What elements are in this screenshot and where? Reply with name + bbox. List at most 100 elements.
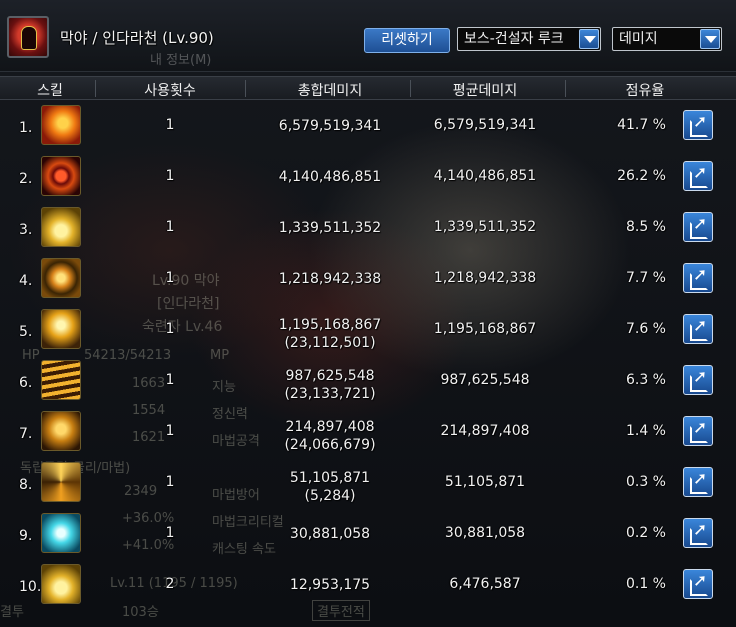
row-average-damage: 51,105,871 [444,474,526,490]
detail-export-button[interactable] [683,467,713,497]
detail-export-button[interactable] [683,518,713,548]
row-use-count: 1 [165,321,175,337]
row-total-damage: 214,897,408 [285,419,375,435]
row-rank: 8. [19,477,33,493]
row-total-damage: 1,218,942,338 [278,271,382,287]
row-use-count: 1 [165,525,175,541]
detail-export-button[interactable] [683,263,713,293]
row-rank: 7. [19,426,33,442]
table-row: 2. 1 4,140,486,851 4,140,486,851 26.2 % [0,151,736,202]
table-header: 스킬 사용횟수 총합데미지 평균데미지 점유율 [0,76,736,100]
detail-export-button[interactable] [683,212,713,242]
table-row: 6. 1 987,625,548 (23,133,721) 987,625,548 6.3… [0,355,736,406]
detail-export-button[interactable] [683,161,713,191]
table-row: 3. 1 1,339,511,352 1,339,511,352 8.5 % [0,202,736,253]
row-rank: 5. [19,324,33,340]
row-share-percent: 0.3 % [625,474,666,490]
row-total-damage-sub: (23,112,501) [284,335,376,351]
golden-crown-skill-icon [41,564,81,604]
detail-export-button[interactable] [683,110,713,140]
row-total-damage-sub: (5,284) [304,488,356,504]
row-share-percent: 0.2 % [625,525,666,541]
col-skill-header: 스킬 [37,83,63,99]
metric-select[interactable]: 데미지 [612,27,722,51]
header-bar: 막야 / 인다라천 (Lv.90) 내 정보(M) 리셋하기 보스-건설자 루크… [0,0,736,72]
row-share-percent: 8.5 % [625,219,666,235]
row-share-percent: 7.7 % [625,270,666,286]
row-total-damage: 987,625,548 [285,368,375,384]
row-total-damage: 4,140,486,851 [278,169,382,185]
row-rank: 3. [19,222,33,238]
vortex-skill-icon [41,462,81,502]
cyan-gear-skill-icon [41,513,81,553]
row-average-damage: 6,579,519,341 [433,117,537,133]
caster-figure-skill-icon [41,411,81,451]
col-share-header: 점유율 [625,83,665,99]
row-average-damage: 1,195,168,867 [433,321,537,337]
column-divider [95,80,96,97]
row-rank: 1. [19,120,33,136]
row-total-damage: 51,105,871 [289,470,371,486]
flame-wave-skill-icon [41,360,81,400]
row-use-count: 1 [165,168,175,184]
table-row: 7. 1 214,897,408 (24,066,679) 214,897,408 1.4… [0,406,736,457]
character-name: 막야 / 인다라천 (Lv.90) [60,29,214,47]
table-row: 5. 1 1,195,168,867 (23,112,501) 1,195,168,86… [0,304,736,355]
column-divider [565,80,566,97]
my-info-ghost-label: 내 정보(M) [150,53,212,68]
row-use-count: 1 [165,372,175,388]
row-total-damage: 6,579,519,341 [278,118,382,134]
golden-crown-skill-icon [41,207,81,247]
table-row: 9. 1 30,881,058 30,881,058 0.2 % [0,508,736,559]
row-use-count: 1 [165,219,175,235]
row-rank: 4. [19,273,33,289]
col-uses-header: 사용횟수 [144,83,196,99]
row-rank: 2. [19,171,33,187]
chevron-down-icon[interactable] [700,29,720,49]
reset-button[interactable]: 리셋하기 [364,28,450,53]
boss-select[interactable]: 보스-건설자 루크 [457,27,601,51]
row-rank: 9. [19,528,33,544]
row-average-damage: 30,881,058 [444,525,526,541]
detail-export-button[interactable] [683,365,713,395]
table-row: 10. 2 12,953,175 6,476,587 0.1 % [0,559,736,610]
row-share-percent: 26.2 % [617,168,666,184]
storm-sphere-skill-icon [41,258,81,298]
row-average-damage: 4,140,486,851 [433,168,537,184]
row-total-damage-sub: (23,133,721) [284,386,376,402]
row-average-damage: 987,625,548 [440,372,530,388]
row-use-count: 1 [165,423,175,439]
row-rank: 6. [19,375,33,391]
character-portrait-avatar [7,16,49,58]
row-average-damage: 6,476,587 [449,576,521,592]
row-average-damage: 1,339,511,352 [433,219,537,235]
lightning-bolt-skill-icon [41,309,81,349]
row-use-count: 2 [165,576,175,592]
chevron-down-icon[interactable] [579,29,599,49]
col-total-header: 총합데미지 [297,83,363,99]
row-total-damage: 12,953,175 [289,577,371,593]
metric-select-value: 데미지 [619,31,658,47]
detail-export-button[interactable] [683,569,713,599]
column-divider [245,80,246,97]
row-use-count: 1 [165,117,175,133]
row-rank: 10. [19,579,42,595]
row-total-damage: 1,339,511,352 [278,220,382,236]
row-share-percent: 6.3 % [625,372,666,388]
row-use-count: 1 [165,474,175,490]
detail-export-button[interactable] [683,314,713,344]
table-row: 8. 1 51,105,871 (5,284) 51,105,871 0.3 % [0,457,736,508]
row-average-damage: 1,218,942,338 [433,270,537,286]
row-share-percent: 41.7 % [617,117,666,133]
eye-orb-skill-icon [41,156,81,196]
fire-burst-skill-icon [41,105,81,145]
row-share-percent: 7.6 % [625,321,666,337]
row-total-damage-sub: (24,066,679) [284,437,376,453]
table-row: 1. 1 6,579,519,341 6,579,519,341 41.7 % [0,100,736,151]
row-average-damage: 214,897,408 [440,423,530,439]
row-share-percent: 0.1 % [625,576,666,592]
boss-select-value: 보스-건설자 루크 [464,31,564,47]
table-row: 4. 1 1,218,942,338 1,218,942,338 7.7 % [0,253,736,304]
detail-export-button[interactable] [683,416,713,446]
row-use-count: 1 [165,270,175,286]
